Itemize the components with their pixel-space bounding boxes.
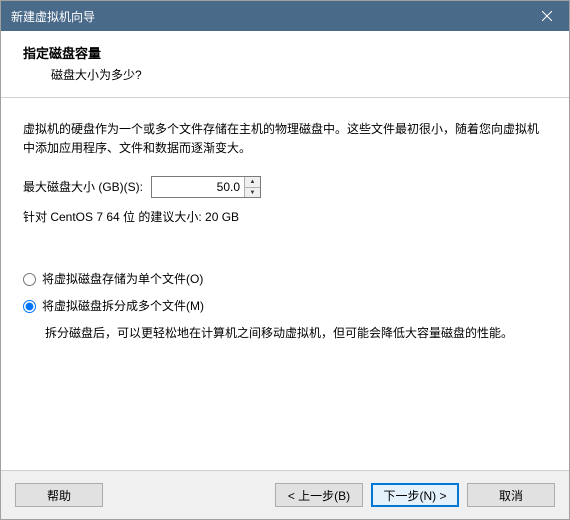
chevron-down-icon: ▼ [250, 190, 256, 196]
radio-split-files-input[interactable] [23, 300, 36, 313]
wizard-window: 新建虚拟机向导 指定磁盘容量 磁盘大小为多少? 虚拟机的硬盘作为一个或多个文件存… [0, 0, 570, 520]
spinner-up-button[interactable]: ▲ [245, 177, 260, 188]
radio-single-file-label: 将虚拟磁盘存储为单个文件(O) [42, 270, 203, 289]
window-title: 新建虚拟机向导 [11, 8, 95, 25]
radio-single-file-input[interactable] [23, 273, 36, 286]
disk-size-input[interactable] [152, 177, 244, 197]
spinner-down-button[interactable]: ▼ [245, 188, 260, 198]
titlebar: 新建虚拟机向导 [1, 1, 569, 31]
disk-size-row: 最大磁盘大小 (GB)(S): ▲ ▼ [23, 176, 547, 198]
close-button[interactable] [524, 1, 569, 31]
help-button[interactable]: 帮助 [15, 483, 103, 507]
wizard-footer: 帮助 < 上一步(B) 下一步(N) > 取消 [1, 470, 569, 519]
spinner-buttons: ▲ ▼ [244, 177, 260, 197]
disk-size-label: 最大磁盘大小 (GB)(S): [23, 178, 143, 197]
wizard-content: 虚拟机的硬盘作为一个或多个文件存储在主机的物理磁盘中。这些文件最初很小，随着您向… [1, 98, 569, 470]
back-button[interactable]: < 上一步(B) [275, 483, 363, 507]
cancel-button[interactable]: 取消 [467, 483, 555, 507]
radio-split-files-label: 将虚拟磁盘拆分成多个文件(M) [42, 297, 204, 316]
recommended-size-text: 针对 CentOS 7 64 位 的建议大小: 20 GB [23, 208, 547, 227]
close-icon [542, 11, 552, 21]
description-text: 虚拟机的硬盘作为一个或多个文件存储在主机的物理磁盘中。这些文件最初很小，随着您向… [23, 120, 547, 158]
disk-size-spinner: ▲ ▼ [151, 176, 261, 198]
radio-split-files[interactable]: 将虚拟磁盘拆分成多个文件(M) [23, 297, 547, 316]
split-description: 拆分磁盘后，可以更轻松地在计算机之间移动虚拟机，但可能会降低大容量磁盘的性能。 [45, 324, 547, 343]
page-subtitle: 磁盘大小为多少? [51, 66, 547, 83]
wizard-header: 指定磁盘容量 磁盘大小为多少? [1, 31, 569, 98]
page-title: 指定磁盘容量 [23, 43, 547, 62]
chevron-up-icon: ▲ [250, 179, 256, 185]
radio-single-file[interactable]: 将虚拟磁盘存储为单个文件(O) [23, 270, 547, 289]
next-button[interactable]: 下一步(N) > [371, 483, 459, 507]
disk-storage-radio-group: 将虚拟磁盘存储为单个文件(O) 将虚拟磁盘拆分成多个文件(M) 拆分磁盘后，可以… [23, 270, 547, 344]
